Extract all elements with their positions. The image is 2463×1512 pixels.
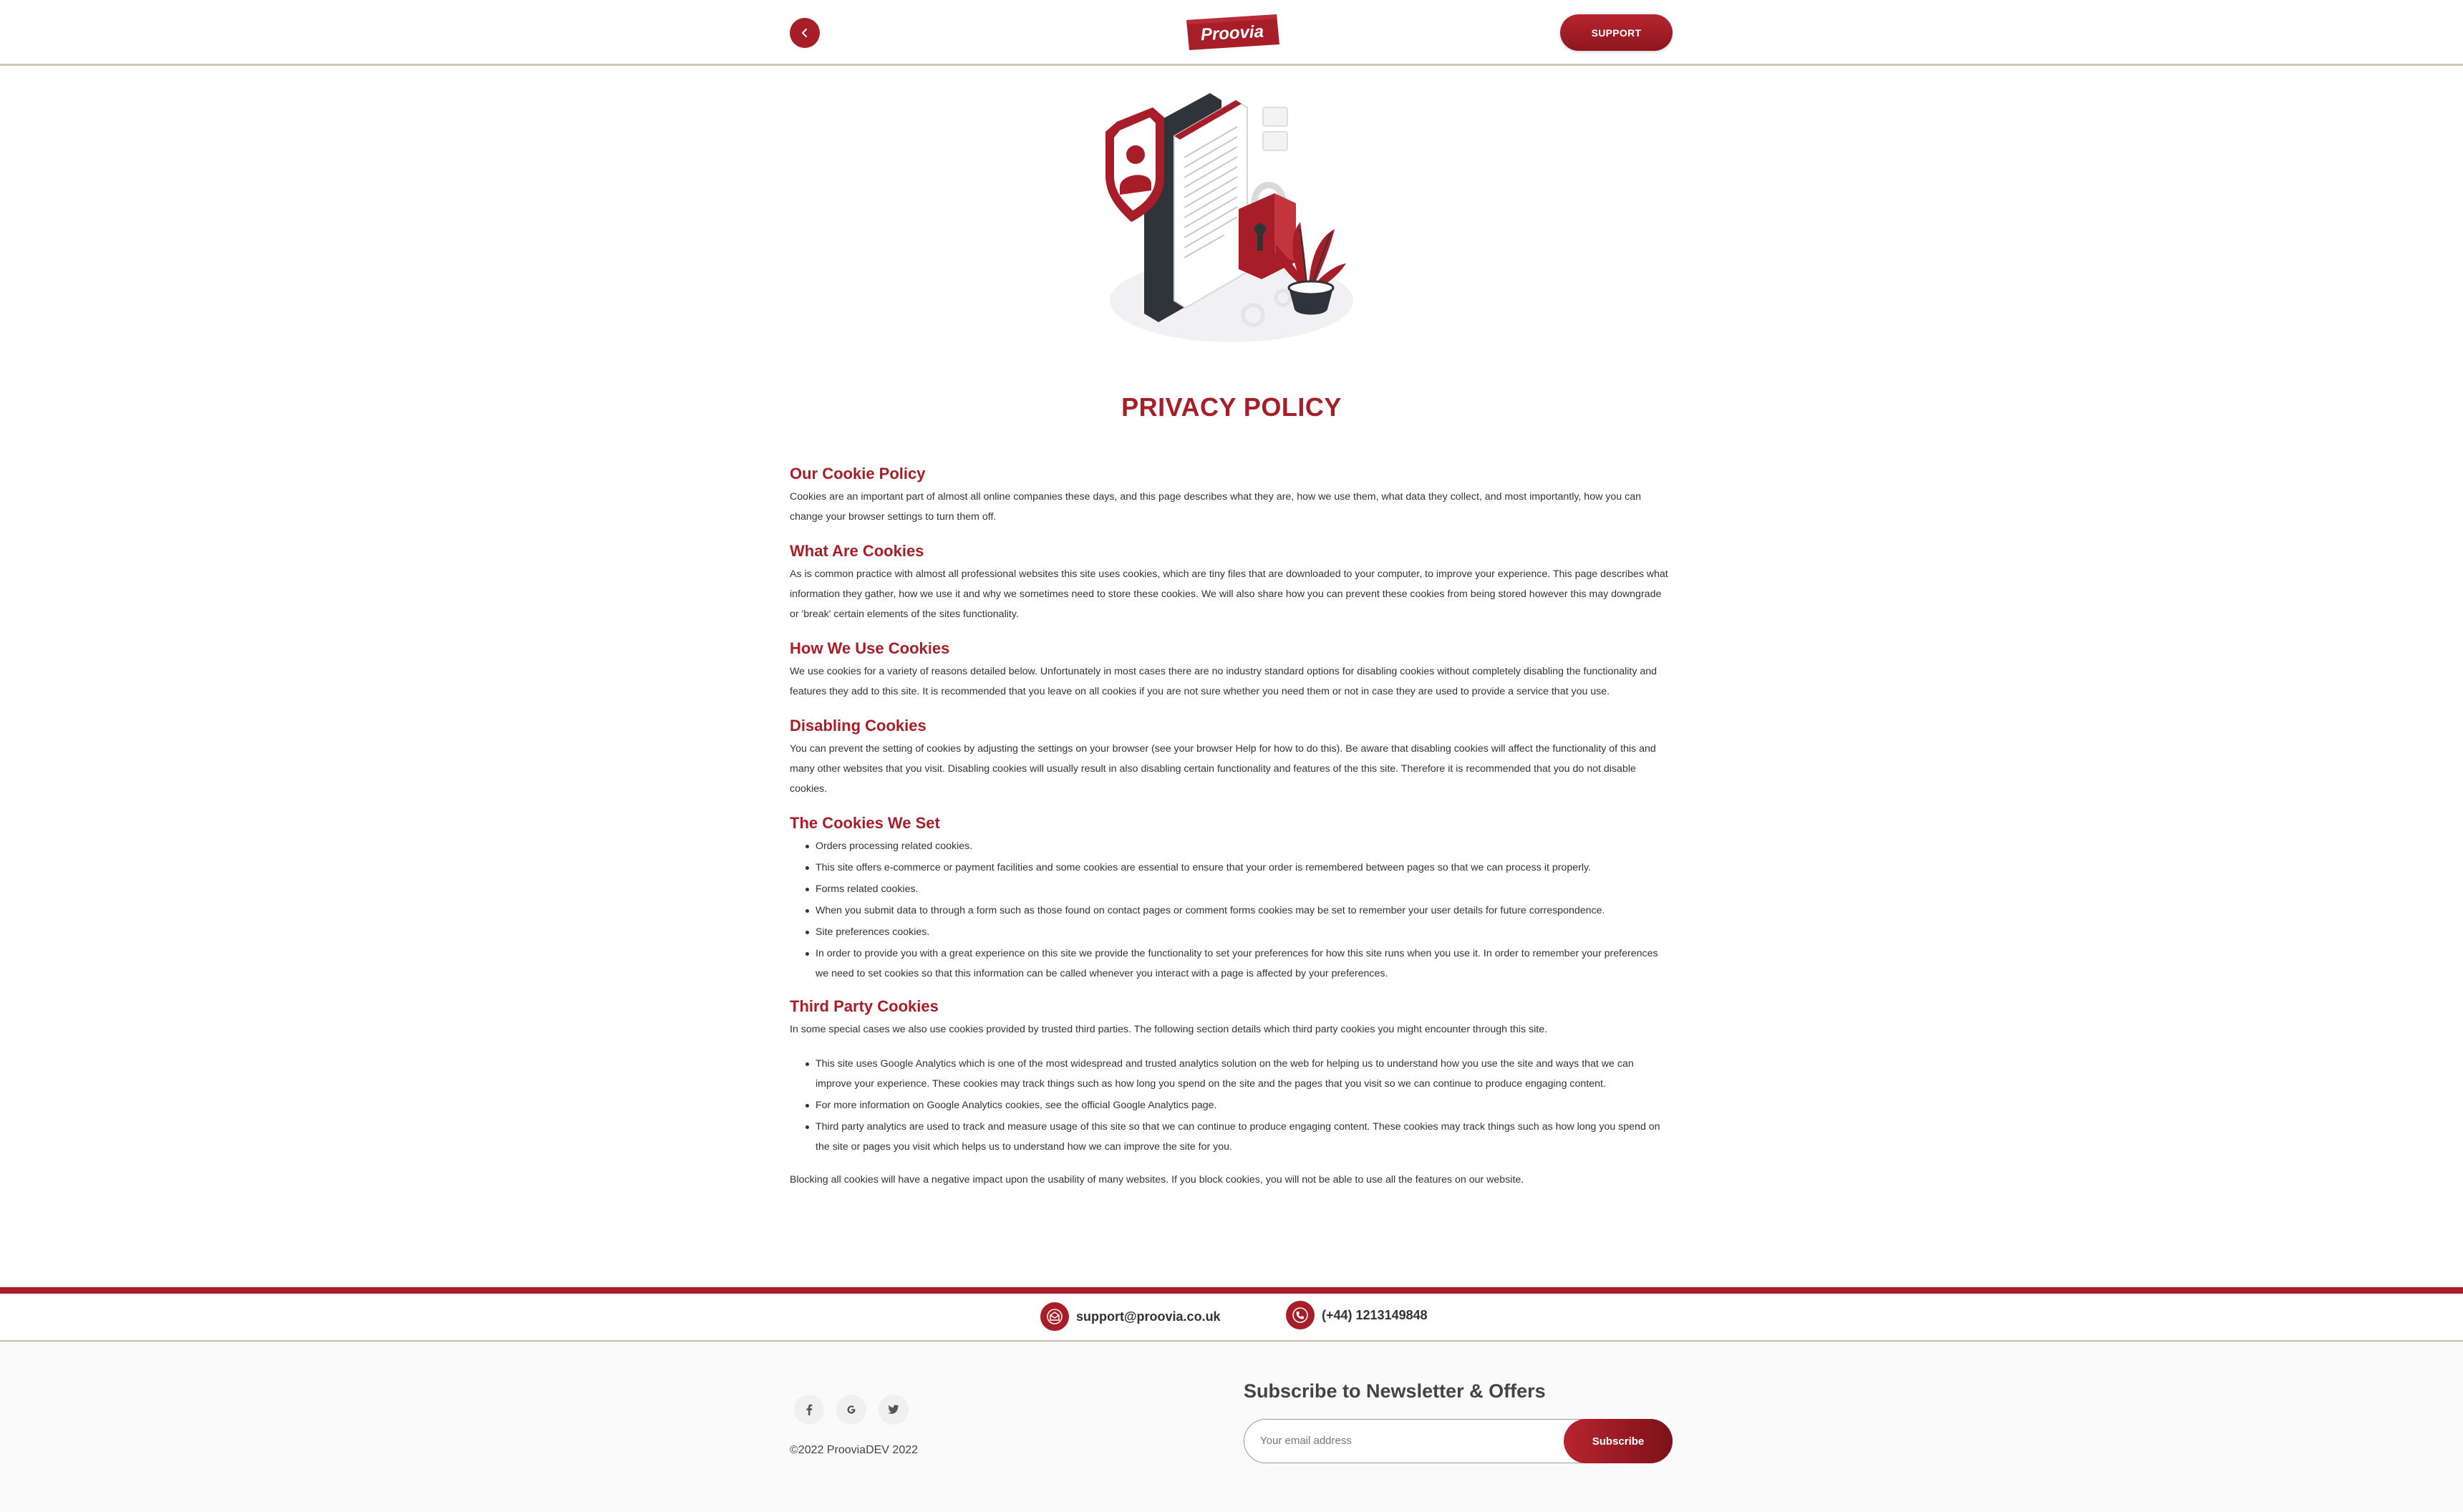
section-body: In some special cases we also use cookie…: [790, 1024, 1548, 1035]
section-cookies-we-set: The Cookies We Set Orders processing rel…: [790, 813, 1673, 984]
section-heading: What Are Cookies: [790, 542, 924, 560]
back-button[interactable]: [790, 18, 820, 48]
list-item: This site uses Google Analytics which is…: [805, 1054, 1673, 1094]
third-party-list: This site uses Google Analytics which is…: [805, 1054, 1673, 1157]
google-icon[interactable]: [836, 1395, 866, 1425]
list-item: Orders processing related cookies.: [805, 836, 1673, 856]
cookies-list: Orders processing related cookies. This …: [805, 836, 1673, 984]
list-item: This site offers e-commerce or payment f…: [805, 858, 1673, 878]
email-text[interactable]: support@proovia.co.uk: [1076, 1309, 1221, 1324]
list-item: Third party analytics are used to track …: [805, 1117, 1673, 1157]
list-item: Forms related cookies.: [805, 879, 1673, 899]
section-body: Cookies are an important part of almost …: [790, 491, 1641, 523]
phone-icon: [1286, 1301, 1315, 1329]
section-body: You can prevent the setting of cookies b…: [790, 743, 1656, 795]
proovia-logo[interactable]: Proovia: [1184, 13, 1281, 52]
section-heading: Our Cookie Policy: [790, 465, 926, 483]
section-heading: How We Use Cookies: [790, 639, 950, 657]
contact-bar: support@proovia.co.uk (+44) 1213149848: [0, 1287, 2463, 1342]
list-item: When you submit data to through a form s…: [805, 901, 1673, 921]
site-header: Proovia SUPPORT: [0, 0, 2463, 66]
page-title: PRIVACY POLICY: [1121, 392, 1342, 422]
support-button[interactable]: SUPPORT: [1560, 14, 1673, 51]
section-body: We use cookies for a variety of reasons …: [790, 666, 1658, 697]
contact-phone[interactable]: (+44) 1213149848: [1286, 1301, 1428, 1329]
section-body: As is common practice with almost all pr…: [790, 568, 1668, 620]
site-footer: ©2022 ProoviaDEV 2022 Subscribe to Newsl…: [0, 1342, 2463, 1512]
list-item: Site preferences cookies.: [805, 922, 1673, 942]
facebook-icon[interactable]: [794, 1395, 824, 1425]
section-disabling-cookies: Disabling Cookies You can prevent the se…: [790, 716, 1673, 799]
list-item: In order to provide you with a great exp…: [805, 944, 1673, 984]
policy-content: Our Cookie Policy Cookies are an importa…: [790, 464, 1673, 1204]
phone-text[interactable]: (+44) 1213149848: [1322, 1308, 1428, 1323]
section-heading: Third Party Cookies: [790, 997, 939, 1015]
mail-icon: [1040, 1302, 1069, 1331]
newsletter-title: Subscribe to Newsletter & Offers: [1244, 1380, 1546, 1402]
privacy-illustration: [1095, 86, 1368, 351]
copyright-text: ©2022 ProoviaDEV 2022: [790, 1444, 919, 1456]
newsletter-email-input[interactable]: [1260, 1420, 1511, 1462]
section-how-we-use-cookies: How We Use Cookies We use cookies for a …: [790, 639, 1673, 702]
chevron-left-icon: [802, 29, 807, 37]
section-heading: Disabling Cookies: [790, 717, 926, 735]
twitter-icon[interactable]: [879, 1395, 909, 1425]
section-heading: The Cookies We Set: [790, 814, 940, 832]
section-cookie-policy: Our Cookie Policy Cookies are an importa…: [790, 464, 1673, 527]
list-item: For more information on Google Analytics…: [805, 1095, 1673, 1115]
section-what-are-cookies: What Are Cookies As is common practice w…: [790, 541, 1673, 624]
section-third-party-cookies: Third Party Cookies In some special case…: [790, 997, 1673, 1190]
closing-text: Blocking all cookies will have a negativ…: [790, 1174, 1524, 1186]
newsletter-form: Subscribe: [1244, 1419, 1673, 1463]
subscribe-button[interactable]: Subscribe: [1564, 1419, 1673, 1463]
contact-email[interactable]: support@proovia.co.uk: [1040, 1302, 1221, 1331]
logo-text: Proovia: [1200, 22, 1264, 45]
